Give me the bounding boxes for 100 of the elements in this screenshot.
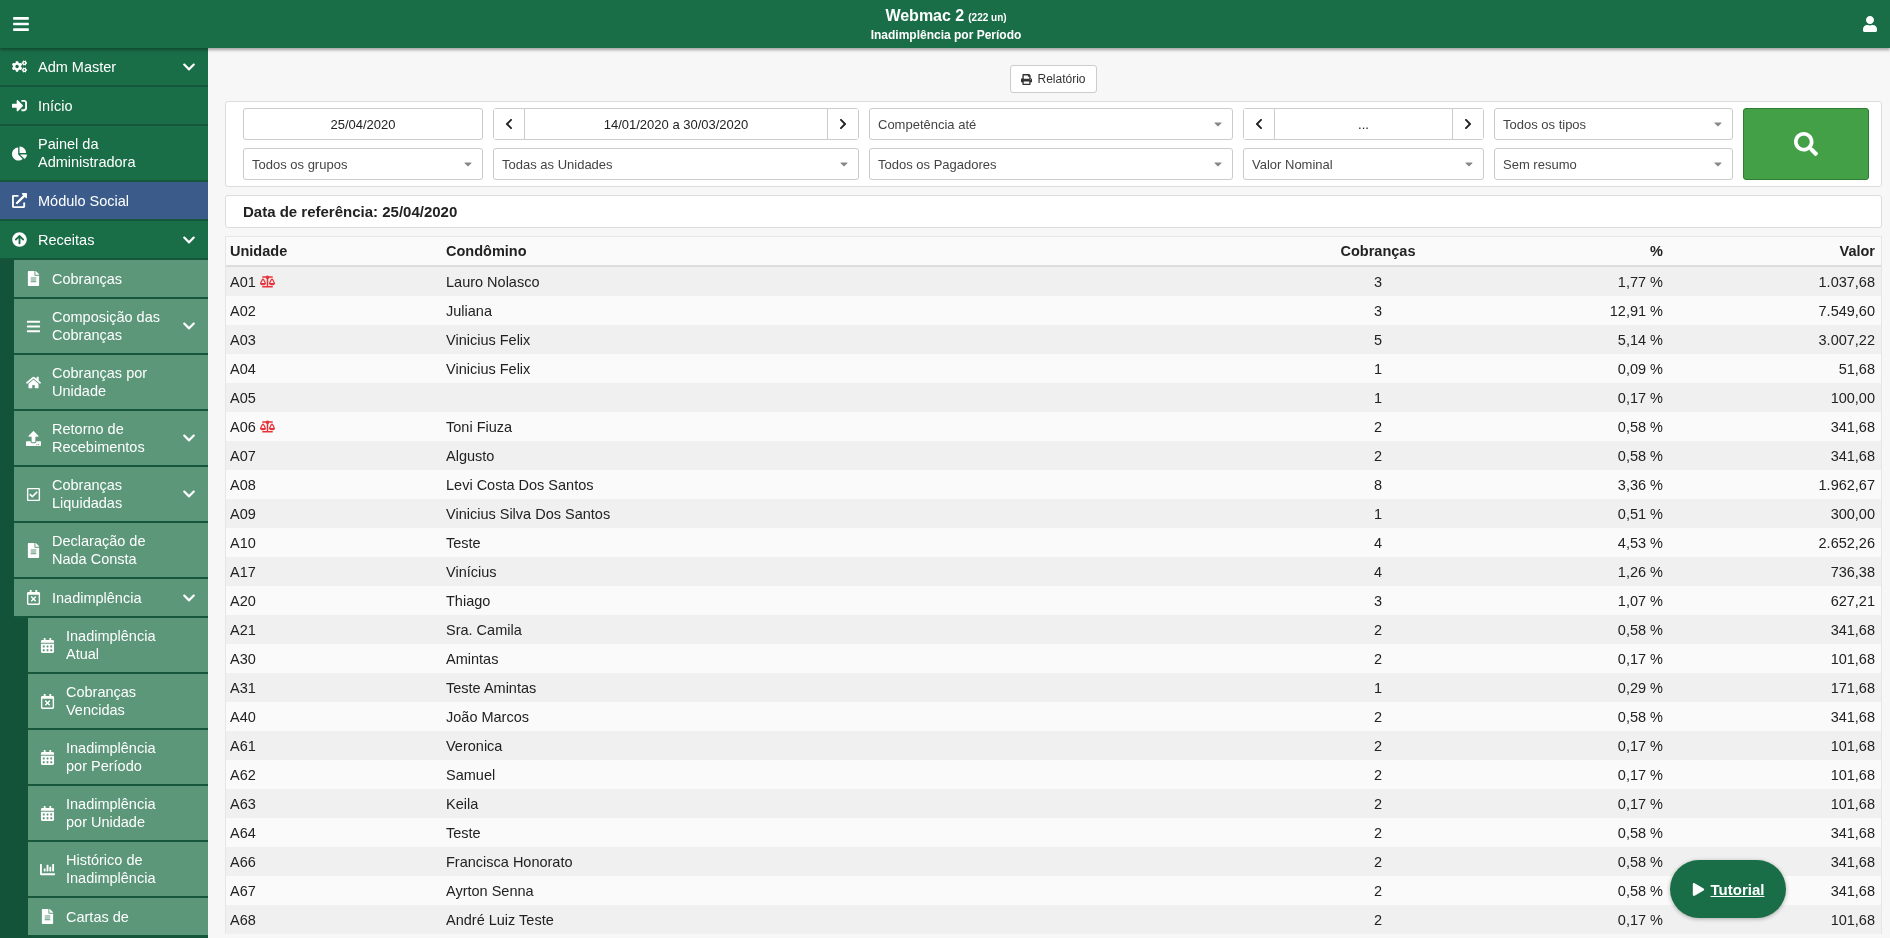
sidebar-item[interactable]: Declaração de Nada Consta (14, 523, 208, 579)
date-field[interactable]: 25/04/2020 (243, 108, 483, 140)
sidebar-item[interactable]: Cartas de (28, 898, 208, 937)
sidebar-item[interactable]: Cobranças por Unidade (14, 355, 208, 411)
document-icon (25, 542, 41, 558)
home-icon (25, 374, 41, 390)
table-cell: A64 (230, 824, 256, 841)
table-cell: A61 (230, 737, 256, 754)
table-cell: 4,53 % (1617, 534, 1663, 551)
sidebar-item[interactable]: Inadimplência (14, 579, 208, 618)
table-cell: 0,58 % (1617, 621, 1663, 638)
document-icon (25, 271, 41, 286)
calendar-icon (39, 805, 55, 821)
table-cell: 341,68 (1830, 418, 1875, 435)
table-cell: 101,68 (1830, 795, 1875, 812)
table-cell: 0,29 % (1617, 679, 1663, 696)
table-cell: 3,36 % (1617, 476, 1663, 493)
table-cell: 8 (1373, 476, 1383, 493)
table-cell: A17 (230, 563, 256, 580)
menu-button[interactable] (12, 15, 30, 33)
select-field[interactable]: Valor Nominal (1243, 148, 1484, 180)
select-field[interactable]: Sem resumo (1494, 148, 1733, 180)
table-cell: 2 (1373, 824, 1383, 841)
table-cell: 0,58 % (1617, 708, 1663, 725)
sidebar-item[interactable]: Adm Master (0, 48, 208, 87)
table-cell: 341,68 (1830, 824, 1875, 841)
sidebar-item[interactable]: Início (0, 87, 208, 126)
table-cell: 0,17 % (1617, 766, 1663, 783)
calendar-x-icon (25, 590, 41, 605)
search-button[interactable] (1743, 108, 1869, 180)
sidebar-item[interactable]: Módulo Social (0, 182, 208, 221)
table-cell: A21 (230, 621, 256, 638)
table-cell: Samuel (446, 766, 496, 783)
select-field[interactable]: Todos os Pagadores (869, 148, 1233, 180)
table-cell: 300,00 (1830, 505, 1875, 522)
table-cell: 101,68 (1830, 650, 1875, 667)
user-button[interactable] (1862, 16, 1878, 32)
table-cell: A02 (230, 302, 256, 319)
table-cell: 5,14 % (1617, 331, 1663, 348)
select-field[interactable]: Todos os grupos (243, 148, 483, 180)
column-header: Condômino (445, 243, 528, 259)
table-cell: 341,68 (1830, 447, 1875, 464)
table-cell: 3 (1373, 302, 1383, 319)
sidebar-item[interactable]: Histórico de Inadimplência (28, 842, 208, 898)
table-cell: 736,38 (1830, 563, 1875, 580)
table-cell: Lauro Nolasco (446, 273, 540, 290)
table-cell: 2 (1373, 882, 1383, 899)
table-cell: 341,68 (1830, 882, 1875, 899)
table-cell: A31 (230, 679, 256, 696)
table-cell: Vinícius (446, 563, 497, 580)
menu-icon (12, 15, 30, 33)
select-field[interactable]: Competência até (869, 108, 1233, 140)
sidebar-item[interactable]: Inadimplência por Unidade (28, 786, 208, 842)
sidebar-item[interactable]: Inadimplência Atual (28, 618, 208, 674)
table-cell: 3 (1373, 273, 1383, 290)
table-cell: A10 (230, 534, 256, 551)
table-cell: Juliana (446, 302, 492, 319)
table-cell: Vinicius Silva Dos Santos (446, 505, 611, 522)
table-cell: 0,17 % (1617, 911, 1663, 928)
table-cell: 1 (1373, 360, 1383, 377)
table-cell: Teste (446, 824, 481, 841)
sidebar-item[interactable]: Painel da Administradora (0, 126, 208, 182)
sidebar-item[interactable]: Cobranças Liquidadas (14, 467, 208, 523)
app-title: Webmac 2 (885, 6, 965, 25)
table-cell: 2 (1373, 737, 1383, 754)
report-button[interactable]: Relatório (1010, 65, 1097, 93)
select-field[interactable]: Todos os tipos (1494, 108, 1733, 140)
external-link-icon (11, 193, 27, 208)
table-cell: 341,68 (1830, 621, 1875, 638)
sidebar-item[interactable]: Retorno de Recebimentos (14, 411, 208, 467)
table-cell: 7.549,60 (1818, 302, 1875, 319)
sidebar-item[interactable]: Cobranças (14, 260, 208, 299)
tutorial-button[interactable]: Tutorial (1670, 860, 1786, 918)
table-cell: Teste (446, 534, 481, 551)
table-cell: A01 (230, 273, 256, 290)
sidebar-item[interactable]: Cobranças Vencidas (28, 674, 208, 730)
table-cell: 171,68 (1830, 679, 1875, 696)
table-cell: A05 (230, 389, 256, 406)
sidebar-item[interactable]: Inadimplência por Período (28, 730, 208, 786)
table-cell: A04 (230, 360, 256, 377)
table-cell: A66 (230, 853, 256, 870)
select-field[interactable]: Todas as Unidades (493, 148, 859, 180)
column-header: Valor (1838, 243, 1876, 259)
table-cell: 627,21 (1830, 592, 1875, 609)
table-cell: 0,17 % (1617, 650, 1663, 667)
table-cell: 4 (1373, 534, 1383, 551)
table-cell: Teste Amintas (446, 679, 537, 696)
sidebar-item[interactable]: Composição das Cobranças (14, 299, 208, 355)
table-cell: 2.652,26 (1818, 534, 1875, 551)
scales-icon (259, 274, 275, 289)
table-cell: Vinicius Felix (446, 360, 531, 377)
table-cell: 2 (1373, 621, 1383, 638)
sidebar-item[interactable]: Receitas (0, 221, 208, 260)
table-cell: 0,58 % (1617, 824, 1663, 841)
table-cell: 0,17 % (1617, 795, 1663, 812)
table-cell: 2 (1373, 708, 1383, 725)
table-cell: Amintas (446, 650, 499, 667)
table-cell: 2 (1373, 766, 1383, 783)
calendar-icon (39, 637, 55, 653)
table-cell: 0,51 % (1617, 505, 1663, 522)
